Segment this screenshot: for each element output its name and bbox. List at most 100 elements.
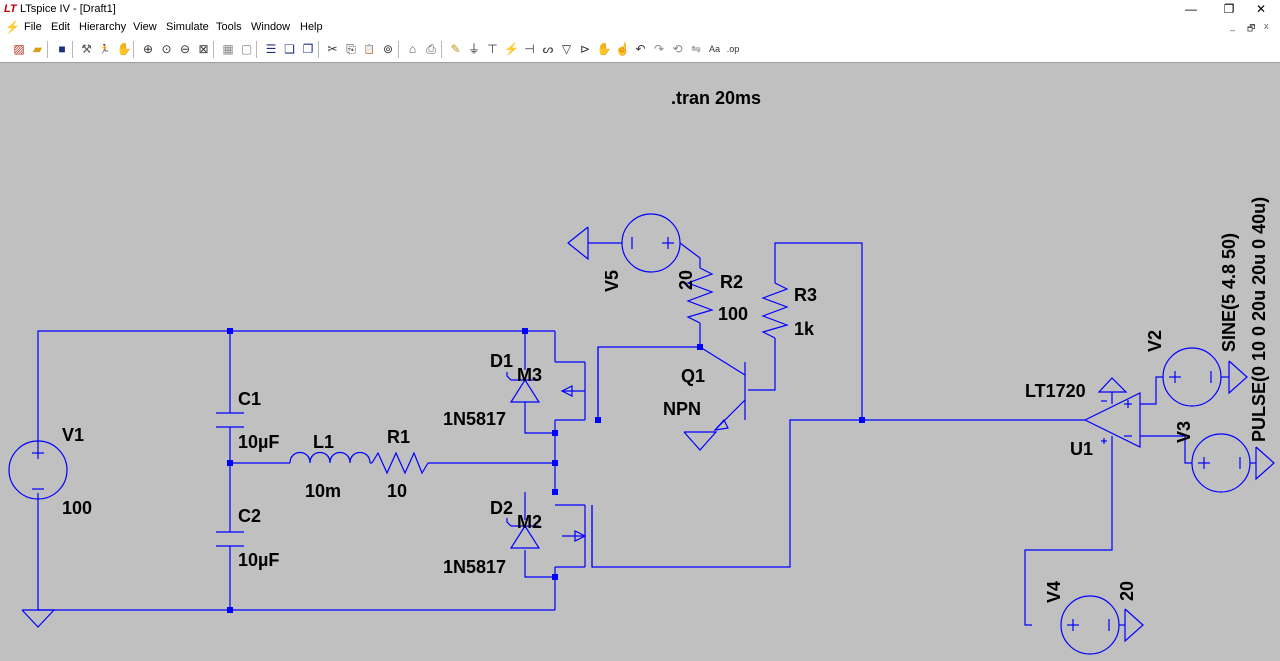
wire: [591, 419, 862, 568]
resistor-r3: [761, 282, 789, 339]
title-bar: LT LTspice IV - [Draft1] — ❐ ✕: [0, 0, 1280, 19]
label-r3-value: 1k: [794, 319, 815, 339]
save-icon[interactable]: ■: [55, 42, 69, 56]
label-d2-part: 1N5817: [443, 557, 506, 577]
schematic-canvas[interactable]: .tran 20ms V1 100 C1 10µF C2 10µF L1 10m…: [0, 63, 1280, 661]
ground-icon[interactable]: ⏚: [467, 42, 481, 56]
paste-icon[interactable]: 📋: [363, 42, 377, 56]
label-d2-name: D2: [490, 498, 513, 518]
label-r2-name: R2: [720, 272, 743, 292]
label-d1-name: D1: [490, 351, 513, 371]
move-icon[interactable]: ✋: [597, 42, 612, 56]
label-v4-value: 20: [1117, 581, 1137, 601]
wire: [524, 402, 555, 434]
label-v4-name: V4: [1044, 581, 1064, 603]
redo-icon[interactable]: ↷: [652, 42, 666, 56]
label-c1-name: C1: [238, 389, 261, 409]
wire: [1024, 446, 1113, 626]
close-button[interactable]: ✕: [1242, 0, 1280, 19]
resistor-icon[interactable]: ⚡: [504, 42, 519, 56]
find-icon[interactable]: ⊚: [381, 42, 395, 56]
menu-bar: ⚡ File Edit Hierarchy View Simulate Tool…: [0, 19, 1280, 37]
new-schematic-icon[interactable]: ▨: [12, 42, 26, 56]
mdi-close-button[interactable]: x: [1264, 21, 1269, 31]
wire-icon[interactable]: ✎: [449, 42, 463, 56]
wire: [1140, 376, 1163, 405]
junction-dot: [227, 607, 233, 613]
voltage-source-v1: [8, 440, 68, 500]
spice-directive-icon[interactable]: .op: [726, 42, 740, 56]
junctions: [227, 328, 865, 613]
open-icon[interactable]: ▰: [31, 42, 45, 56]
run-icon[interactable]: 🏃: [98, 42, 112, 56]
label-c2-name: C2: [238, 506, 261, 526]
zoom-fit-icon[interactable]: ⊠: [197, 42, 211, 56]
label-v5-value: 20: [676, 270, 696, 290]
zoom-out-icon[interactable]: ⊖: [178, 42, 192, 56]
wire: [679, 242, 701, 268]
minimize-button[interactable]: —: [1172, 0, 1210, 19]
window-title: LTspice IV - [Draft1]: [20, 3, 116, 15]
copy-icon[interactable]: ⎘: [344, 42, 358, 56]
menu-edit[interactable]: Edit: [51, 21, 70, 33]
cut-icon[interactable]: ✂: [326, 42, 340, 56]
cascade-icon[interactable]: ❏: [283, 42, 297, 56]
label-m2-name: M2: [517, 512, 542, 532]
menu-tools[interactable]: Tools: [216, 21, 242, 33]
autorange-icon[interactable]: ▦: [221, 42, 235, 56]
diode-icon[interactable]: ▽: [560, 42, 574, 56]
pan-icon[interactable]: ⊙: [160, 42, 174, 56]
junction-dot: [552, 574, 558, 580]
capacitor-icon[interactable]: ⊣: [523, 42, 537, 56]
junction-dot: [859, 417, 865, 423]
zoom-in-icon[interactable]: ⊕: [141, 42, 155, 56]
inductor-l1: [289, 451, 371, 464]
mirror-icon[interactable]: ⇋: [689, 42, 703, 56]
tile-horizontal-icon[interactable]: ☰: [264, 42, 278, 56]
menu-view[interactable]: View: [133, 21, 157, 33]
junction-dot: [552, 489, 558, 495]
text-icon[interactable]: Aa: [708, 42, 722, 56]
mdi-restore-button[interactable]: 🗗: [1247, 21, 1255, 37]
wire: [748, 338, 776, 391]
components: [8, 213, 1275, 655]
menu-window[interactable]: Window: [251, 21, 290, 33]
component-icon[interactable]: ⊳: [578, 42, 592, 56]
undo-icon[interactable]: ↶: [634, 42, 648, 56]
label-d1-part: 1N5817: [443, 409, 506, 429]
menu-file[interactable]: File: [24, 21, 42, 33]
rotate-icon[interactable]: ⟲: [671, 42, 685, 56]
menu-help[interactable]: Help: [300, 21, 323, 33]
junction-dot: [522, 328, 528, 334]
document-menu-icon[interactable]: ⚡: [5, 20, 20, 34]
junction-dot: [227, 328, 233, 334]
label-q1-name: Q1: [681, 366, 705, 386]
print-setup-icon[interactable]: ⌂: [406, 42, 420, 56]
close-window-icon[interactable]: ❐: [301, 42, 315, 56]
label-l1-name: L1: [313, 432, 334, 452]
control-panel-icon[interactable]: ⚒: [80, 42, 94, 56]
label-q1-type: NPN: [663, 399, 701, 419]
label-v3-value: PULSE(0 10 0 20u 20u 0 40u): [1249, 197, 1269, 442]
label-v5-name: V5: [602, 270, 622, 292]
drag-icon[interactable]: ☝: [615, 42, 630, 56]
halt-icon[interactable]: ✋: [117, 42, 132, 56]
menu-hierarchy[interactable]: Hierarchy: [79, 21, 126, 33]
comparator-u1: [1083, 377, 1141, 448]
wire: [37, 330, 555, 448]
label-net-icon[interactable]: ⊤: [486, 42, 500, 56]
toolbar-separator: [71, 41, 73, 58]
print-icon[interactable]: ⎙: [424, 42, 438, 56]
inductor-icon[interactable]: ᔕ: [541, 42, 555, 56]
menu-simulate[interactable]: Simulate: [166, 21, 209, 33]
voltage-source-v2: [1162, 347, 1248, 407]
ltspice-logo-icon: LT: [4, 3, 17, 15]
label-v1-name: V1: [62, 425, 84, 445]
zoom-reset-icon[interactable]: ▢: [240, 42, 254, 56]
junction-dot: [552, 430, 558, 436]
spice-directive[interactable]: .tran 20ms: [671, 88, 761, 108]
labels: .tran 20ms V1 100 C1 10µF C2 10µF L1 10m…: [62, 88, 1269, 603]
ground-v5: [567, 226, 589, 261]
mdi-minimize-button[interactable]: _: [1230, 21, 1235, 31]
label-r1-value: 10: [387, 481, 407, 501]
